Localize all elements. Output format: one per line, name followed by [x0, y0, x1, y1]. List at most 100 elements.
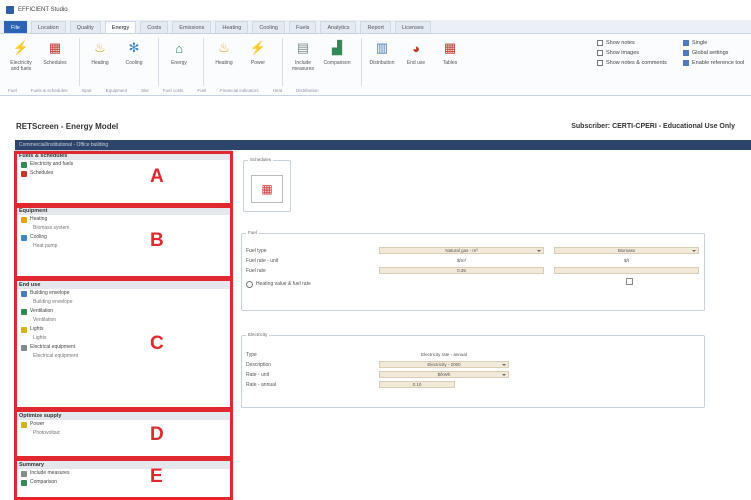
fuel-rate-input[interactable]: 0.35	[379, 267, 544, 274]
schedules-group: Schedules ▦	[243, 157, 291, 212]
window-title: EFFICIENT Studio	[18, 7, 68, 13]
snowflake-icon: ✻	[128, 40, 140, 55]
tab-analytics[interactable]: Analytics	[320, 21, 357, 33]
ribbon-separator	[203, 38, 204, 86]
action-label: Global settings	[692, 50, 729, 56]
ribbon-button-comparison[interactable]: ▟ Comparison	[322, 38, 352, 84]
callout-box-a	[14, 151, 233, 206]
schedules-group-title: Schedules	[248, 157, 274, 162]
ribbon-group-label: Input	[81, 88, 92, 93]
callout-letter-e: E	[150, 466, 163, 487]
ribbon-group-label: Fuels & schedules	[30, 88, 68, 93]
calendar-icon[interactable]: ▦	[251, 175, 283, 203]
ribbon-button-label: Schedules	[43, 60, 67, 66]
ribbon-button-electricity-and-fuels[interactable]: ⚡ Electricity and fuels	[6, 38, 36, 84]
title-bar: EFFICIENT Studio	[0, 0, 751, 20]
page-header: RETScreen - Energy Model Subscriber: CER…	[0, 112, 751, 140]
ribbon-group-label: Fuel costs	[162, 88, 184, 93]
tab-costs[interactable]: Costs	[140, 21, 169, 33]
tab-fuels[interactable]: Fuels	[288, 21, 317, 33]
tab-location[interactable]: Location	[30, 21, 66, 33]
fuel-group: Fuel Fuel type Natural gas - m³ Biomass …	[241, 230, 705, 311]
ribbon-separator	[361, 38, 362, 86]
page-title: RETScreen - Energy Model	[16, 121, 119, 131]
callout-box-c	[14, 278, 233, 410]
ribbon-button-heating[interactable]: ♨ Heating	[209, 38, 239, 84]
tab-energy[interactable]: Energy	[104, 21, 137, 33]
ribbon-button-label: Heating	[215, 60, 233, 66]
electricity-type-value: Electricity rate - annual	[379, 351, 509, 358]
action-icon	[683, 50, 689, 56]
ribbon-group-label: Distribution	[296, 88, 319, 93]
fuel-type-select-2[interactable]: Biomass	[554, 247, 699, 254]
ribbon-button-label: Cooling	[125, 60, 143, 66]
fuel-rate-unit-value: $/m³	[379, 257, 544, 264]
ribbon-button-label: Tables	[442, 60, 458, 66]
callout-letter-b: B	[150, 230, 164, 251]
house-icon: ⌂	[175, 40, 183, 56]
ribbon-group-label: Fuel	[197, 88, 207, 93]
action-label: Single	[692, 40, 708, 46]
ribbon-button-label: Heating	[91, 60, 109, 66]
ribbon-button-power[interactable]: ⚡ Power	[243, 38, 273, 84]
ribbon-button-energy[interactable]: ⌂ Energy	[164, 38, 194, 84]
option-label: Show images	[606, 50, 640, 56]
action-label: Enable reference tool	[692, 60, 745, 66]
ribbon-button-label: Electricity and fuels	[10, 60, 32, 72]
fuel-rate-input-2[interactable]	[554, 267, 699, 274]
callout-box-e	[14, 458, 233, 500]
ribbon-action[interactable]: Enable reference tool	[683, 58, 747, 68]
tab-file[interactable]: File	[4, 21, 27, 33]
subscription-label: Subscriber: CERTI-CPERI - Educational Us…	[571, 122, 735, 130]
ribbon-button-schedules[interactable]: ▦ Schedules	[40, 38, 70, 84]
app-icon	[6, 6, 14, 14]
electricity-description-select[interactable]: Electricity - 2000	[379, 361, 509, 368]
ribbon-button-label: End use	[406, 60, 426, 66]
fuel-type-select[interactable]: Natural gas - m³	[379, 247, 544, 254]
option-row[interactable]: Show notes	[597, 38, 677, 48]
tab-cooling[interactable]: Cooling	[252, 21, 285, 33]
checkbox[interactable]	[597, 40, 603, 46]
ribbon-options: Show notes Show images Show notes & commen…	[597, 38, 747, 84]
callout-letter-d: D	[150, 424, 164, 445]
flame-icon: ♨	[218, 40, 230, 55]
electricity-description-label: Description	[246, 362, 272, 368]
tab-report[interactable]: Report	[360, 21, 391, 33]
option-row[interactable]: Show notes & comments	[597, 58, 677, 68]
electricity-icon: ⚡	[12, 40, 30, 55]
ribbon-button-cooling[interactable]: ✻ Cooling	[119, 38, 149, 84]
ribbon-group-label: Site	[141, 88, 149, 93]
ribbon-button-include-measures[interactable]: ▤ Include measures	[288, 38, 318, 84]
ribbon-button-end-use[interactable]: ◕ End use	[401, 38, 431, 84]
main-content: Schedules ▦ Fuel Fuel type Natural gas -…	[233, 150, 751, 500]
fuel-rate-unit-label: Fuel rate - unit	[246, 258, 279, 264]
heating-value-label: Heating value & fuel rate	[256, 281, 311, 287]
rate-annual-input[interactable]: 0.10	[379, 381, 455, 388]
fuel-rate-label: Fuel rate	[246, 268, 266, 274]
fuel-group-title: Fuel	[246, 230, 259, 235]
ribbon-action[interactable]: Global settings	[683, 48, 747, 58]
option-row[interactable]: Show images	[597, 48, 677, 58]
ribbon-button-tables[interactable]: ▦ Tables	[435, 38, 465, 84]
ribbon-action[interactable]: Single	[683, 38, 747, 48]
ribbon-separator	[282, 38, 283, 86]
tab-emissions[interactable]: Emissions	[172, 21, 212, 33]
fuel-row-label: Fuel type	[246, 248, 267, 254]
checkbox-icon[interactable]	[246, 280, 253, 288]
ribbon-group-label: Equipment	[105, 88, 128, 93]
breadcrumb-bar: Commercial/institutional - Office buildi…	[15, 140, 751, 150]
ribbon-button-heating[interactable]: ♨ Heating	[85, 38, 115, 84]
ribbon-button-distribution[interactable]: ▥ Distribution	[367, 38, 397, 84]
ribbon-group-labels: Fuel Fuels & schedules Input Equipment Site F…	[0, 88, 751, 96]
heating-value-row[interactable]: Heating value & fuel rate	[246, 280, 311, 288]
table-icon: ▦	[443, 40, 457, 55]
tab-quality[interactable]: Quality	[69, 21, 101, 33]
tab-licenses[interactable]: Licenses	[394, 21, 431, 33]
callout-box-b	[14, 205, 233, 279]
checkbox[interactable]	[597, 60, 603, 66]
rate-unit-select[interactable]: $/kWh	[379, 371, 509, 378]
checkbox[interactable]	[597, 50, 603, 56]
callout-letter-c: C	[150, 333, 164, 354]
table-icon[interactable]	[626, 278, 633, 285]
tab-heating[interactable]: Heating	[215, 21, 249, 33]
